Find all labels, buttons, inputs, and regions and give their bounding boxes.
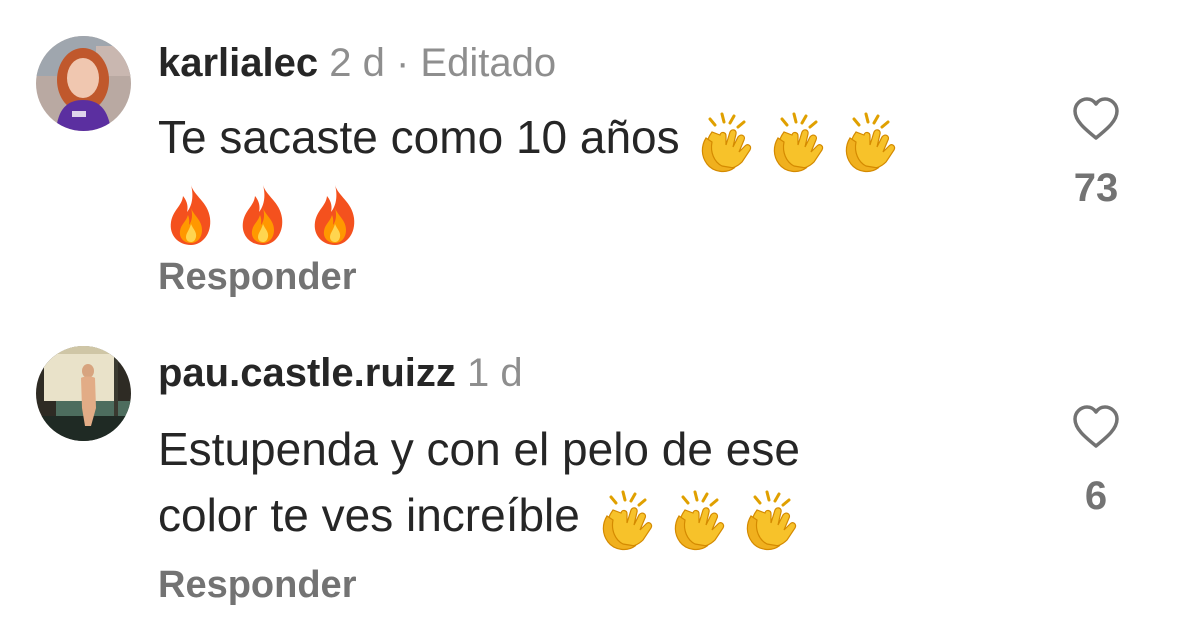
heart-icon[interactable] [1071, 404, 1121, 450]
clapping-hands-icon [665, 488, 731, 554]
like-column: 73 [1060, 96, 1132, 211]
clapping-hands-icon [737, 488, 803, 554]
reply-button[interactable]: Responder [158, 256, 356, 299]
comment-meta: 2 d · Editado [329, 41, 557, 85]
like-count: 73 [1073, 166, 1119, 210]
clapping-hands-icon [692, 110, 758, 176]
username[interactable]: pau.castle.ruizz [158, 351, 456, 395]
emoji-group [692, 106, 908, 176]
comment-text-line: Te sacaste como 10 años [158, 104, 908, 176]
comment: pau.castle.ruizz 1 d Estupenda y con el … [0, 320, 1179, 641]
comment-meta: 1 d [467, 351, 523, 395]
fire-icon [230, 182, 296, 248]
fire-icon [302, 182, 368, 248]
fire-icon [158, 182, 224, 248]
comment-text: Te sacaste como 10 años [158, 104, 908, 248]
comment-text-line: Estupenda y con el pelo de ese [158, 416, 809, 482]
comment-text-line [158, 176, 908, 248]
clapping-hands-icon [764, 110, 830, 176]
comment-text-content: Estupenda y con el pelo de ese [158, 423, 800, 475]
comment-text-content: Te sacaste como 10 años [158, 111, 680, 163]
like-column: 6 [1060, 404, 1132, 519]
emoji-group [158, 178, 374, 248]
username[interactable]: karlialec [158, 41, 318, 85]
user-photo-icon [36, 346, 131, 441]
comment: karlialec 2 d · Editado Te sacaste como … [0, 0, 1179, 320]
comment-text-line: color te ves increíble [158, 482, 809, 554]
avatar[interactable] [36, 36, 131, 131]
comment-text: Estupenda y con el pelo de ese color te … [158, 416, 809, 554]
clapping-hands-icon [836, 110, 902, 176]
user-photo-icon [36, 36, 131, 131]
emoji-group [593, 484, 809, 554]
reply-button[interactable]: Responder [158, 564, 356, 607]
avatar[interactable] [36, 346, 131, 441]
clapping-hands-icon [593, 488, 659, 554]
comment-text-content: color te ves increíble [158, 489, 580, 541]
comment-header: pau.castle.ruizz 1 d [158, 348, 523, 398]
heart-icon[interactable] [1071, 96, 1121, 142]
comment-header: karlialec 2 d · Editado [158, 38, 556, 88]
like-count: 6 [1084, 474, 1108, 518]
